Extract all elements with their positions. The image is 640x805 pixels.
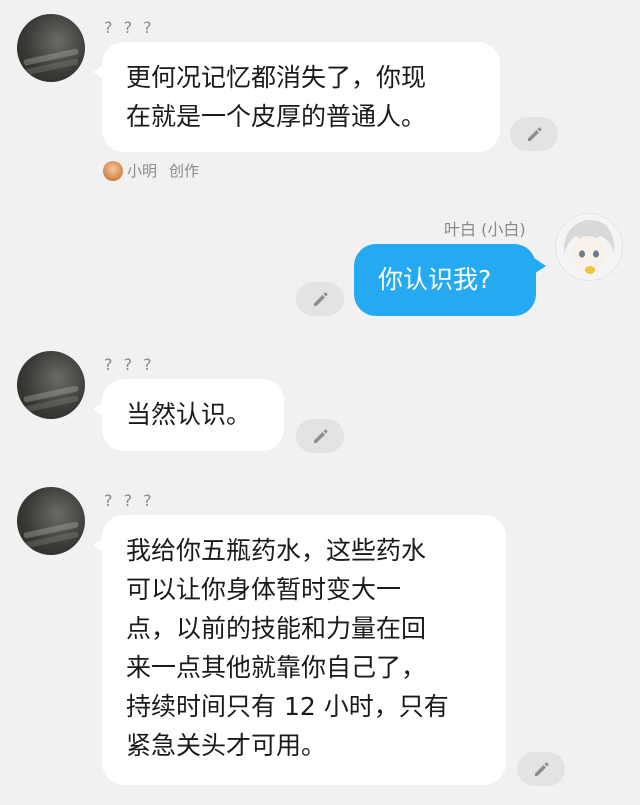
anime-avatar-image	[563, 220, 615, 274]
credit-tag: 创作	[169, 162, 200, 180]
pencil-icon	[314, 429, 328, 443]
avatar-self[interactable]	[555, 213, 623, 281]
pencil-icon	[535, 762, 549, 776]
message-bubble[interactable]: 更何况记忆都消失了，你现 在就是一个皮厚的普通人。	[93, 42, 500, 152]
sender-name-self: 叶白 (小白)	[444, 220, 526, 239]
pencil-icon	[528, 127, 542, 141]
message-line: 点，以前的技能和力量在回	[126, 614, 427, 643]
message-line: 我给你五瓶药水，这些药水	[126, 536, 427, 565]
pencil-icon	[314, 292, 328, 306]
sender-name: ? ? ?	[104, 355, 155, 374]
avatar-unknown-1[interactable]	[17, 14, 85, 82]
edit-button[interactable]	[510, 117, 558, 151]
sender-name: ? ? ?	[104, 18, 155, 37]
message-bubble[interactable]: 我给你五瓶药水，这些药水 可以让你身体暂时变大一 点，以前的技能和力量在回 来一…	[93, 515, 506, 785]
message-line: 更何况记忆都消失了，你现	[126, 63, 427, 92]
sender-name: ? ? ?	[104, 491, 155, 510]
avatar-unknown-2[interactable]	[17, 351, 85, 419]
message-line: 当然认识。	[126, 400, 252, 429]
message-line: 持续时间只有 12 小时，只有	[126, 692, 449, 721]
avatar-unknown-3[interactable]	[17, 487, 85, 555]
message-line: 紧急关头才可用。	[126, 731, 327, 760]
message-line: 你认识我?	[378, 265, 492, 294]
credit-line: 小明 创作	[103, 160, 199, 181]
message-line: 来一点其他就靠你自己了，	[126, 653, 427, 682]
author-name: 小明	[127, 162, 158, 180]
author-avatar	[103, 160, 123, 181]
message-bubble-self[interactable]: 你认识我?	[354, 244, 546, 316]
edit-button[interactable]	[296, 282, 344, 316]
edit-button[interactable]	[296, 419, 344, 453]
message-line: 可以让你身体暂时变大一	[126, 575, 402, 604]
message-bubble[interactable]: 当然认识。	[93, 379, 284, 451]
edit-button[interactable]	[517, 752, 565, 786]
message-line: 在就是一个皮厚的普通人。	[126, 102, 427, 131]
